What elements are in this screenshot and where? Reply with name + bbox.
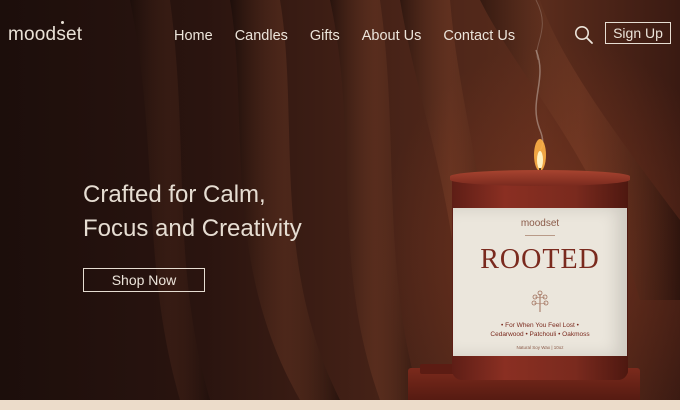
botanical-sprig-icon (531, 290, 549, 312)
footer-strip (0, 400, 680, 410)
label-brand: moodset (520, 218, 560, 229)
shop-now-button[interactable]: Shop Now (83, 268, 205, 292)
nav-gifts[interactable]: Gifts (310, 28, 340, 44)
nav-home[interactable]: Home (174, 28, 213, 44)
candle-label: moodset ROOTED • For When You Feel Lost … (453, 208, 627, 356)
label-title: ROOTED (480, 244, 600, 275)
label-fine-print: Natural Soy Wax | 10oz (516, 345, 564, 350)
label-divider (525, 235, 555, 236)
product-candle-image: moodset ROOTED • For When You Feel Lost … (450, 170, 630, 380)
label-tagline: • For When You Feel Lost • (501, 322, 579, 329)
label-scent-notes: Cedarwood • Patchouli • Oakmoss (490, 331, 590, 338)
brand-logo[interactable]: moodset (8, 21, 83, 46)
logo-text: moodset (8, 24, 83, 45)
sign-up-button[interactable]: Sign Up (605, 22, 671, 44)
hero-headline-line1: Crafted for Calm, (83, 181, 266, 208)
main-navigation: Home Candles Gifts About Us Contact Us (174, 28, 515, 44)
search-icon[interactable] (574, 25, 594, 45)
nav-about-us[interactable]: About Us (362, 28, 422, 44)
nav-contact-us[interactable]: Contact Us (443, 28, 515, 44)
hero-section: moodset Home Candles Gifts About Us Cont… (0, 0, 680, 400)
hero-headline: Crafted for Calm, Focus and Creativity (83, 178, 302, 246)
hero-headline-line2: Focus and Creativity (83, 215, 302, 242)
logo-dot-decoration (61, 21, 64, 24)
candle-jar-rim (450, 170, 630, 186)
nav-candles[interactable]: Candles (235, 28, 288, 44)
